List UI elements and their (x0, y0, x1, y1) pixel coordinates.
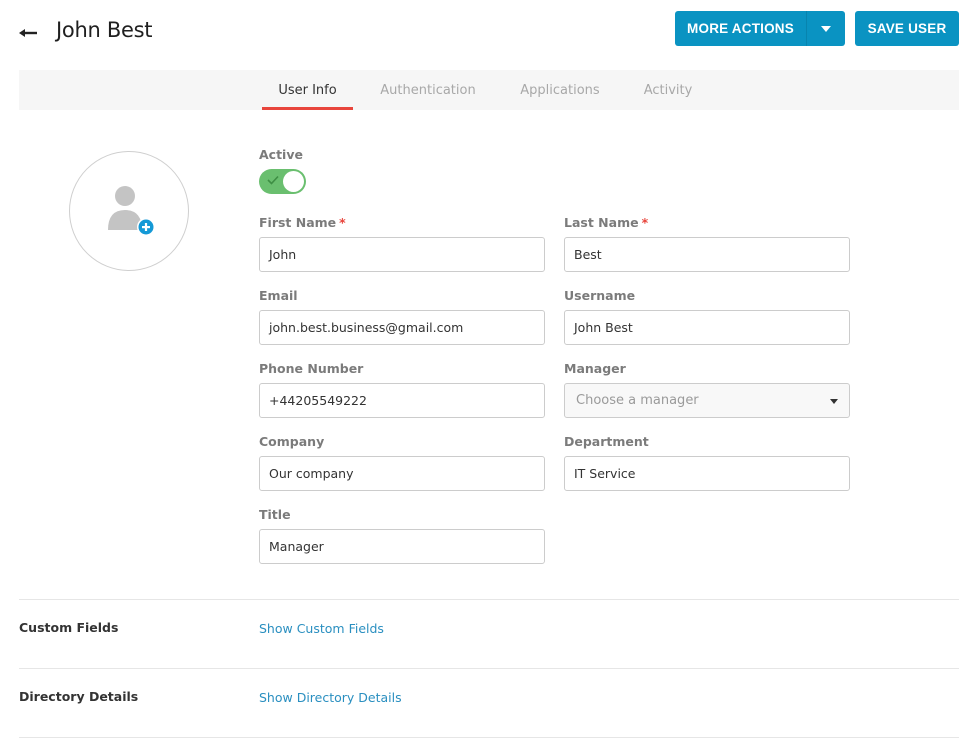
active-toggle[interactable] (259, 169, 306, 194)
avatar-upload[interactable] (69, 151, 189, 271)
directory-details-label: Directory Details (19, 689, 139, 704)
company-label: Company (259, 434, 325, 449)
tab-activity[interactable]: Activity (636, 70, 700, 110)
checkmark-icon (267, 175, 279, 185)
company-input[interactable]: Our company (259, 456, 545, 491)
more-actions-label[interactable]: MORE ACTIONS (675, 11, 807, 46)
divider (19, 668, 959, 669)
required-marker: * (339, 215, 346, 230)
tab-applications[interactable]: Applications (512, 70, 608, 110)
last-name-label-text: Last Name (564, 215, 639, 230)
divider (19, 599, 959, 600)
custom-fields-label: Custom Fields (19, 620, 119, 635)
phone-label: Phone Number (259, 361, 364, 376)
chevron-down-icon (830, 399, 838, 404)
first-name-label-text: First Name (259, 215, 337, 230)
last-name-label: Last Name * (564, 215, 648, 230)
tab-bar: User Info Authentication Applications Ac… (19, 70, 959, 110)
email-input[interactable]: john.best.business@gmail.com (259, 310, 545, 345)
user-add-photo-icon (108, 186, 155, 236)
manager-placeholder: Choose a manager (576, 393, 699, 408)
last-name-input[interactable]: Best (564, 237, 850, 272)
show-custom-fields-link[interactable]: Show Custom Fields (259, 621, 384, 636)
page-header: John Best MORE ACTIONS SAVE USER (0, 0, 976, 64)
toggle-knob (283, 171, 304, 192)
username-label: Username (564, 288, 636, 303)
manager-label: Manager (564, 361, 626, 376)
phone-input[interactable]: +44205549222 (259, 383, 545, 418)
back-button[interactable] (18, 22, 40, 44)
arrow-left-icon (19, 29, 37, 37)
more-actions-dropdown-toggle[interactable] (807, 11, 845, 46)
manager-select[interactable]: Choose a manager (564, 383, 850, 418)
first-name-input[interactable]: John (259, 237, 545, 272)
department-label: Department (564, 434, 649, 449)
tab-user-info[interactable]: User Info (262, 70, 353, 110)
title-input[interactable]: Manager (259, 529, 545, 564)
tab-authentication[interactable]: Authentication (371, 70, 485, 110)
active-label: Active (259, 147, 303, 162)
username-input[interactable]: John Best (564, 310, 850, 345)
show-directory-details-link[interactable]: Show Directory Details (259, 690, 402, 705)
required-marker: * (641, 215, 649, 230)
department-input[interactable]: IT Service (564, 456, 850, 491)
more-actions-button[interactable]: MORE ACTIONS (675, 11, 845, 46)
divider (19, 737, 959, 738)
first-name-label: First Name * (259, 215, 346, 230)
title-label: Title (259, 507, 291, 522)
page-title: John Best (56, 18, 153, 42)
email-label: Email (259, 288, 298, 303)
save-user-button[interactable]: SAVE USER (855, 11, 959, 46)
caret-down-icon (821, 25, 831, 32)
